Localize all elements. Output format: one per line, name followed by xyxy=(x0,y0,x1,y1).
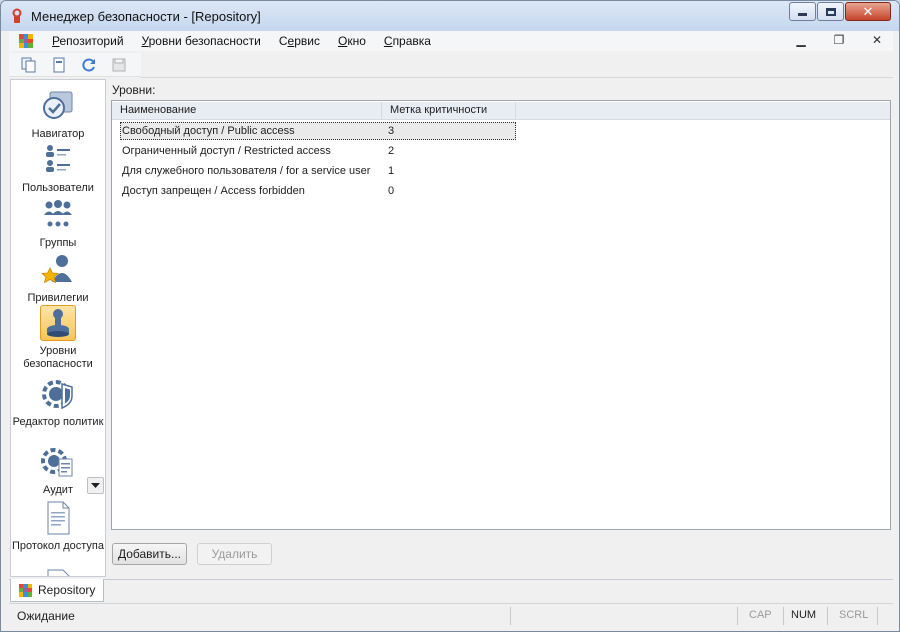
grid-header: Наименование Метка критичности xyxy=(112,102,890,120)
nav-label: Привилегии xyxy=(27,292,89,304)
menu-bar: Репозиторий Уровни безопасности Сервис О… xyxy=(9,31,893,51)
copy-icon xyxy=(21,57,36,72)
maximize-icon xyxy=(825,7,836,16)
privileges-icon xyxy=(40,252,76,288)
maximize-button[interactable] xyxy=(817,2,844,21)
nav-label: Пользователи xyxy=(22,182,94,194)
nav-label: Уровни безопасности xyxy=(23,345,93,370)
status-divider xyxy=(783,607,784,625)
toolbar-divider xyxy=(141,77,893,78)
app-icon xyxy=(9,8,25,24)
status-divider xyxy=(510,607,511,625)
close-button[interactable]: ✕ xyxy=(845,2,891,21)
save-icon xyxy=(112,58,126,71)
menu-security-levels[interactable]: Уровни безопасности xyxy=(133,34,270,48)
window-title: Менеджер безопасности - [Repository] xyxy=(31,8,261,24)
toolbar xyxy=(9,53,141,77)
scroll-lock-indicator: SCRL xyxy=(839,609,869,621)
nav-item-privileges[interactable]: Привилегии xyxy=(11,252,105,305)
mdi-minimize-icon[interactable]: ▁ xyxy=(791,33,811,47)
nav-item-security-levels[interactable]: Уровни безопасности xyxy=(11,305,105,371)
title-bar[interactable]: Менеджер безопасности - [Repository] ✕ xyxy=(1,1,899,31)
refresh-icon xyxy=(82,58,95,71)
nav-label: Протокол доступа xyxy=(12,540,104,552)
minimize-icon xyxy=(798,13,807,16)
main-window: Менеджер безопасности - [Repository] ✕ Р… xyxy=(0,0,900,632)
cell-name: Ограниченный доступ / Restricted access xyxy=(122,145,331,157)
tab-label: Repository xyxy=(38,583,96,597)
status-divider xyxy=(737,607,738,625)
navigator-icon xyxy=(40,88,76,124)
cell-mark: 2 xyxy=(388,145,395,157)
content-panel: Уровни: Наименование Метка критичности С… xyxy=(109,79,893,577)
caps-lock-indicator: CAP xyxy=(749,609,772,621)
mdi-system-icon[interactable] xyxy=(19,34,33,48)
navigator-pane: Навигатор Пользователи Группы Привилегии… xyxy=(10,79,106,577)
mdi-restore-icon[interactable]: ❐ xyxy=(829,33,849,47)
nav-label: Редактор политик xyxy=(12,416,104,428)
close-icon: ✕ xyxy=(862,4,874,19)
table-row[interactable]: Свободный доступ / Public access 3 xyxy=(112,122,890,142)
cell-mark: 1 xyxy=(388,165,395,177)
menu-window[interactable]: Окно xyxy=(329,34,375,48)
nav-item-navigator[interactable]: Навигатор xyxy=(11,88,105,141)
levels-grid[interactable]: Наименование Метка критичности Свободный… xyxy=(111,100,891,530)
nav-item-access-log[interactable]: Протокол доступа xyxy=(11,500,105,553)
repository-icon xyxy=(19,583,32,597)
navigator-scroll-down-button[interactable] xyxy=(87,477,104,494)
levels-label: Уровни: xyxy=(112,83,156,97)
minimize-button[interactable] xyxy=(789,2,816,21)
table-row[interactable]: Ограниченный доступ / Restricted access … xyxy=(112,142,890,162)
policy-editor-icon xyxy=(40,376,76,412)
tab-repository[interactable]: Repository xyxy=(10,579,104,602)
cell-name: Доступ запрещен / Access forbidden xyxy=(122,185,305,197)
menu-repository[interactable]: Репозиторий xyxy=(43,34,133,48)
document-icon xyxy=(53,57,65,72)
chevron-down-icon xyxy=(91,482,100,488)
copy-button[interactable] xyxy=(17,54,41,76)
nav-item-policy-editor[interactable]: Редактор политик xyxy=(11,376,105,429)
status-text: Ожидание xyxy=(17,609,75,623)
document-tab-strip: Repository xyxy=(9,579,893,603)
cell-mark: 0 xyxy=(388,185,395,197)
audit-icon xyxy=(40,444,76,480)
column-header-name[interactable]: Наименование xyxy=(112,102,382,120)
cell-name: Для служебного пользователя / for a serv… xyxy=(122,165,371,177)
menu-service[interactable]: Сервис xyxy=(270,34,329,48)
add-button[interactable]: Добавить... xyxy=(112,543,187,565)
nav-label: Группы xyxy=(39,237,77,249)
delete-button[interactable]: Удалить xyxy=(197,543,272,565)
nav-item-users[interactable]: Пользователи xyxy=(11,142,105,195)
cell-name: Свободный доступ / Public access xyxy=(122,125,295,137)
security-levels-icon xyxy=(40,305,76,341)
nav-item-more[interactable] xyxy=(11,568,105,576)
nav-item-groups[interactable]: Группы xyxy=(11,197,105,250)
status-bar: Ожидание CAP NUM SCRL xyxy=(9,603,893,627)
document-icon xyxy=(40,568,76,576)
column-header-mark[interactable]: Метка критичности xyxy=(382,102,516,120)
table-row[interactable]: Для служебного пользователя / for a serv… xyxy=(112,162,890,182)
status-divider xyxy=(877,607,878,625)
table-row[interactable]: Доступ запрещен / Access forbidden 0 xyxy=(112,182,890,202)
properties-button[interactable] xyxy=(47,54,71,76)
save-button[interactable] xyxy=(107,54,131,76)
status-divider xyxy=(827,607,828,625)
nav-label: Навигатор xyxy=(31,128,85,140)
access-log-icon xyxy=(40,500,76,536)
menu-help[interactable]: Справка xyxy=(375,34,440,48)
cell-mark: 3 xyxy=(388,125,395,137)
num-lock-indicator: NUM xyxy=(791,609,817,621)
mdi-close-icon[interactable]: ✕ xyxy=(867,33,887,47)
users-icon xyxy=(40,142,76,178)
groups-icon xyxy=(40,197,76,233)
refresh-button[interactable] xyxy=(77,54,101,76)
